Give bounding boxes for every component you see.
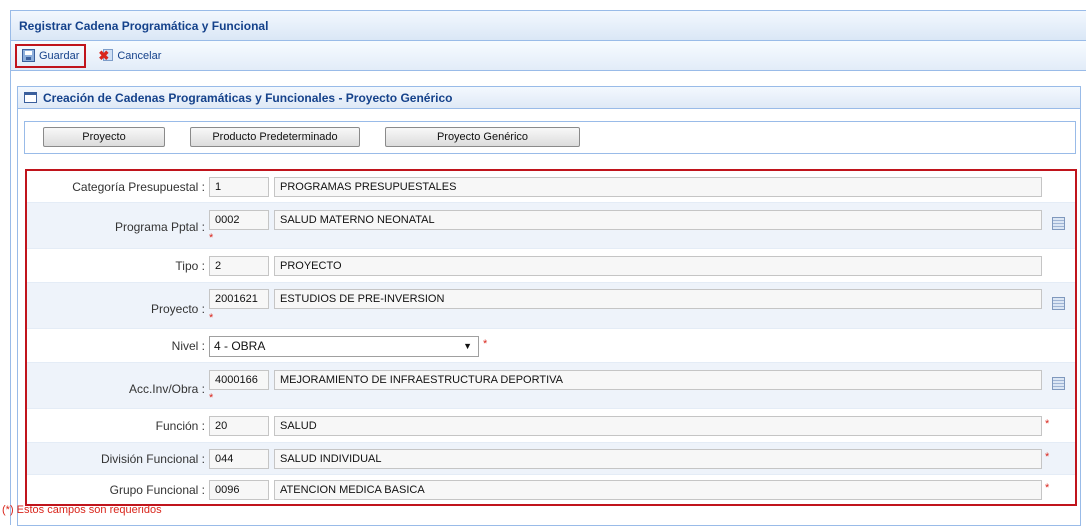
categoria-label: Categoría Presupuestal :: [72, 180, 205, 194]
required-mark: *: [1045, 482, 1050, 494]
proyecto-code-field[interactable]: 2001621: [209, 289, 269, 309]
funcion-label: Función :: [155, 419, 205, 433]
required-mark: *: [209, 312, 214, 324]
programa-desc-field[interactable]: SALUD MATERNO NEONATAL: [274, 210, 1042, 230]
row-accion: Acc.Inv/Obra : 4000166 * MEJORAMIENTO DE…: [27, 363, 1075, 409]
required-mark: *: [1045, 451, 1050, 463]
required-footnote: (*) Estos campos son requeridos: [2, 504, 162, 516]
required-mark: *: [483, 338, 488, 350]
nivel-select[interactable]: 4 - OBRA ▼: [209, 336, 479, 357]
table-lookup-icon[interactable]: [1052, 377, 1065, 390]
division-code-field[interactable]: 044: [209, 449, 269, 469]
row-proyecto: Proyecto : 2001621 * ESTUDIOS DE PRE-INV…: [27, 283, 1075, 329]
tipo-desc-field[interactable]: PROYECTO: [274, 256, 1042, 276]
row-division: División Funcional : 044 SALUD INDIVIDUA…: [27, 443, 1075, 475]
window-icon: [24, 92, 37, 103]
save-button[interactable]: Guardar: [15, 43, 87, 68]
accion-desc-field[interactable]: MEJORAMIENTO DE INFRAESTRUCTURA DEPORTIV…: [274, 370, 1042, 390]
proyecto-desc-field[interactable]: ESTUDIOS DE PRE-INVERSION: [274, 289, 1042, 309]
grupo-desc-field[interactable]: ATENCION MEDICA BASICA: [274, 480, 1042, 500]
grupo-code-field[interactable]: 0096: [209, 480, 269, 500]
table-lookup-icon[interactable]: [1052, 217, 1065, 230]
proyecto-label: Proyecto :: [150, 302, 205, 316]
required-mark: *: [209, 232, 214, 244]
required-mark: *: [1045, 418, 1050, 430]
nivel-selected-value: 4 - OBRA: [214, 339, 266, 353]
tab-proyecto[interactable]: Proyecto: [43, 127, 165, 147]
row-grupo: Grupo Funcional : 0096 ATENCION MEDICA B…: [27, 475, 1075, 506]
creation-panel: Creación de Cadenas Programáticas y Func…: [17, 86, 1081, 526]
table-lookup-icon[interactable]: [1052, 297, 1065, 310]
save-icon: [22, 49, 35, 62]
register-window: Registrar Cadena Programática y Funciona…: [10, 10, 1086, 526]
grupo-label: Grupo Funcional :: [109, 483, 205, 497]
row-funcion: Función : 20 SALUD *: [27, 409, 1075, 443]
window-title: Registrar Cadena Programática y Funciona…: [11, 11, 1086, 41]
row-tipo: Tipo : 2 PROYECTO: [27, 249, 1075, 283]
tipo-label: Tipo :: [175, 259, 205, 273]
categoria-code-field[interactable]: 1: [209, 177, 269, 197]
tab-bar: Proyecto Producto Predeterminado Proyect…: [24, 121, 1076, 154]
row-categoria: Categoría Presupuestal : 1 PROGRAMAS PRE…: [27, 171, 1075, 203]
panel-header: Creación de Cadenas Programáticas y Func…: [18, 87, 1080, 109]
programa-label: Programa Pptal :: [114, 220, 205, 234]
nivel-label: Nivel :: [171, 339, 205, 353]
cancel-button[interactable]: ✖ Cancelar: [92, 45, 167, 67]
required-mark: *: [209, 392, 214, 404]
row-programa: Programa Pptal : 0002 * SALUD MATERNO NE…: [27, 203, 1075, 249]
division-desc-field[interactable]: SALUD INDIVIDUAL: [274, 449, 1042, 469]
tab-producto-predeterminado[interactable]: Producto Predeterminado: [190, 127, 360, 147]
categoria-desc-field[interactable]: PROGRAMAS PRESUPUESTALES: [274, 177, 1042, 197]
dropdown-arrow-icon: ▼: [463, 341, 472, 351]
cancel-icon: ✖: [98, 49, 114, 62]
toolbar: Guardar ✖ Cancelar: [11, 41, 1086, 71]
programa-code-field[interactable]: 0002: [209, 210, 269, 230]
tab-proyecto-generico[interactable]: Proyecto Genérico: [385, 127, 580, 147]
row-nivel: Nivel : 4 - OBRA ▼ *: [27, 329, 1075, 363]
tipo-code-field[interactable]: 2: [209, 256, 269, 276]
accion-label: Acc.Inv/Obra :: [128, 382, 205, 396]
division-label: División Funcional :: [100, 452, 205, 466]
accion-code-field[interactable]: 4000166: [209, 370, 269, 390]
panel-title: Creación de Cadenas Programáticas y Func…: [43, 90, 453, 105]
funcion-code-field[interactable]: 20: [209, 416, 269, 436]
cancel-label: Cancelar: [117, 49, 162, 62]
save-label: Guardar: [39, 49, 80, 62]
funcion-desc-field[interactable]: SALUD: [274, 416, 1042, 436]
chain-form: Categoría Presupuestal : 1 PROGRAMAS PRE…: [25, 169, 1077, 506]
